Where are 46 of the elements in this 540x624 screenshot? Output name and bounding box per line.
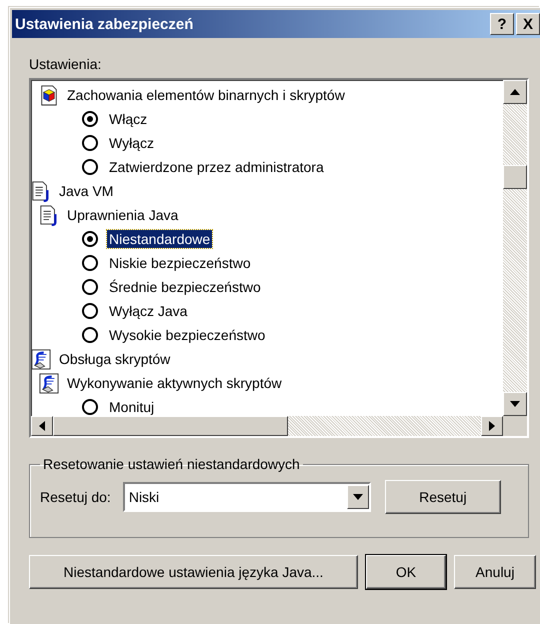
document-icon: [39, 204, 59, 226]
radio-button[interactable]: [82, 303, 98, 319]
option-label[interactable]: Niestandardowe: [107, 230, 212, 248]
script-icon: [39, 372, 59, 394]
scrollbar-corner: [503, 416, 527, 436]
horizontal-scrollbar[interactable]: [31, 416, 503, 436]
option-label[interactable]: Włącz: [107, 110, 150, 128]
group-title: Resetowanie ustawień niestandardowych: [42, 456, 301, 472]
radio-button[interactable]: [82, 231, 98, 247]
radio-button[interactable]: [82, 279, 98, 295]
tree-item-label[interactable]: Obsługa skryptów: [57, 350, 172, 368]
radio-button[interactable]: [82, 111, 98, 127]
reset-level-dropdown[interactable]: Niski: [122, 482, 371, 512]
close-button[interactable]: X: [516, 13, 540, 35]
radio-button[interactable]: [82, 159, 98, 175]
reset-to-label: Resetuj do:: [40, 489, 111, 505]
radio-button[interactable]: [82, 255, 98, 271]
radio-button[interactable]: [82, 135, 98, 151]
option-label[interactable]: Wyłącz Java: [107, 302, 190, 320]
window-title: Ustawienia zabezpieczeń: [15, 16, 194, 32]
help-button[interactable]: ?: [490, 13, 514, 35]
option-label[interactable]: Zatwierdzone przez administratora: [107, 158, 326, 176]
scroll-left-icon[interactable]: [39, 421, 45, 431]
option-label[interactable]: Niskie bezpieczeństwo: [107, 254, 253, 272]
radio-button[interactable]: [82, 327, 98, 343]
option-label[interactable]: Monituj: [107, 398, 156, 416]
scroll-thumb[interactable]: [53, 416, 288, 436]
tree-item-label[interactable]: Uprawnienia Java: [65, 206, 180, 224]
ok-button[interactable]: OK: [366, 555, 446, 589]
reset-button[interactable]: Resetuj: [384, 480, 501, 514]
option-label[interactable]: Wysokie bezpieczeństwo: [107, 326, 268, 344]
tree-item-label[interactable]: Wykonywanie aktywnych skryptów: [65, 374, 284, 392]
option-label[interactable]: Średnie bezpieczeństwo: [107, 278, 263, 296]
tree-item-label[interactable]: Zachowania elementów binarnych i skryptów: [65, 86, 347, 104]
option-label[interactable]: Wyłącz: [107, 134, 156, 152]
cancel-button[interactable]: Anuluj: [454, 555, 536, 589]
scroll-up-icon[interactable]: [510, 89, 520, 95]
component-icon: [39, 84, 59, 106]
settings-label: Ustawienia:: [29, 56, 102, 72]
dropdown-arrow-icon[interactable]: [352, 494, 363, 500]
scroll-thumb[interactable]: [503, 165, 527, 189]
scroll-right-icon[interactable]: [489, 421, 495, 431]
vertical-scrollbar[interactable]: [503, 80, 527, 416]
scroll-down-icon[interactable]: [510, 401, 520, 407]
java-settings-button[interactable]: Niestandardowe ustawienia języka Java...: [29, 555, 358, 589]
tree-item-label[interactable]: Java VM: [57, 182, 116, 200]
